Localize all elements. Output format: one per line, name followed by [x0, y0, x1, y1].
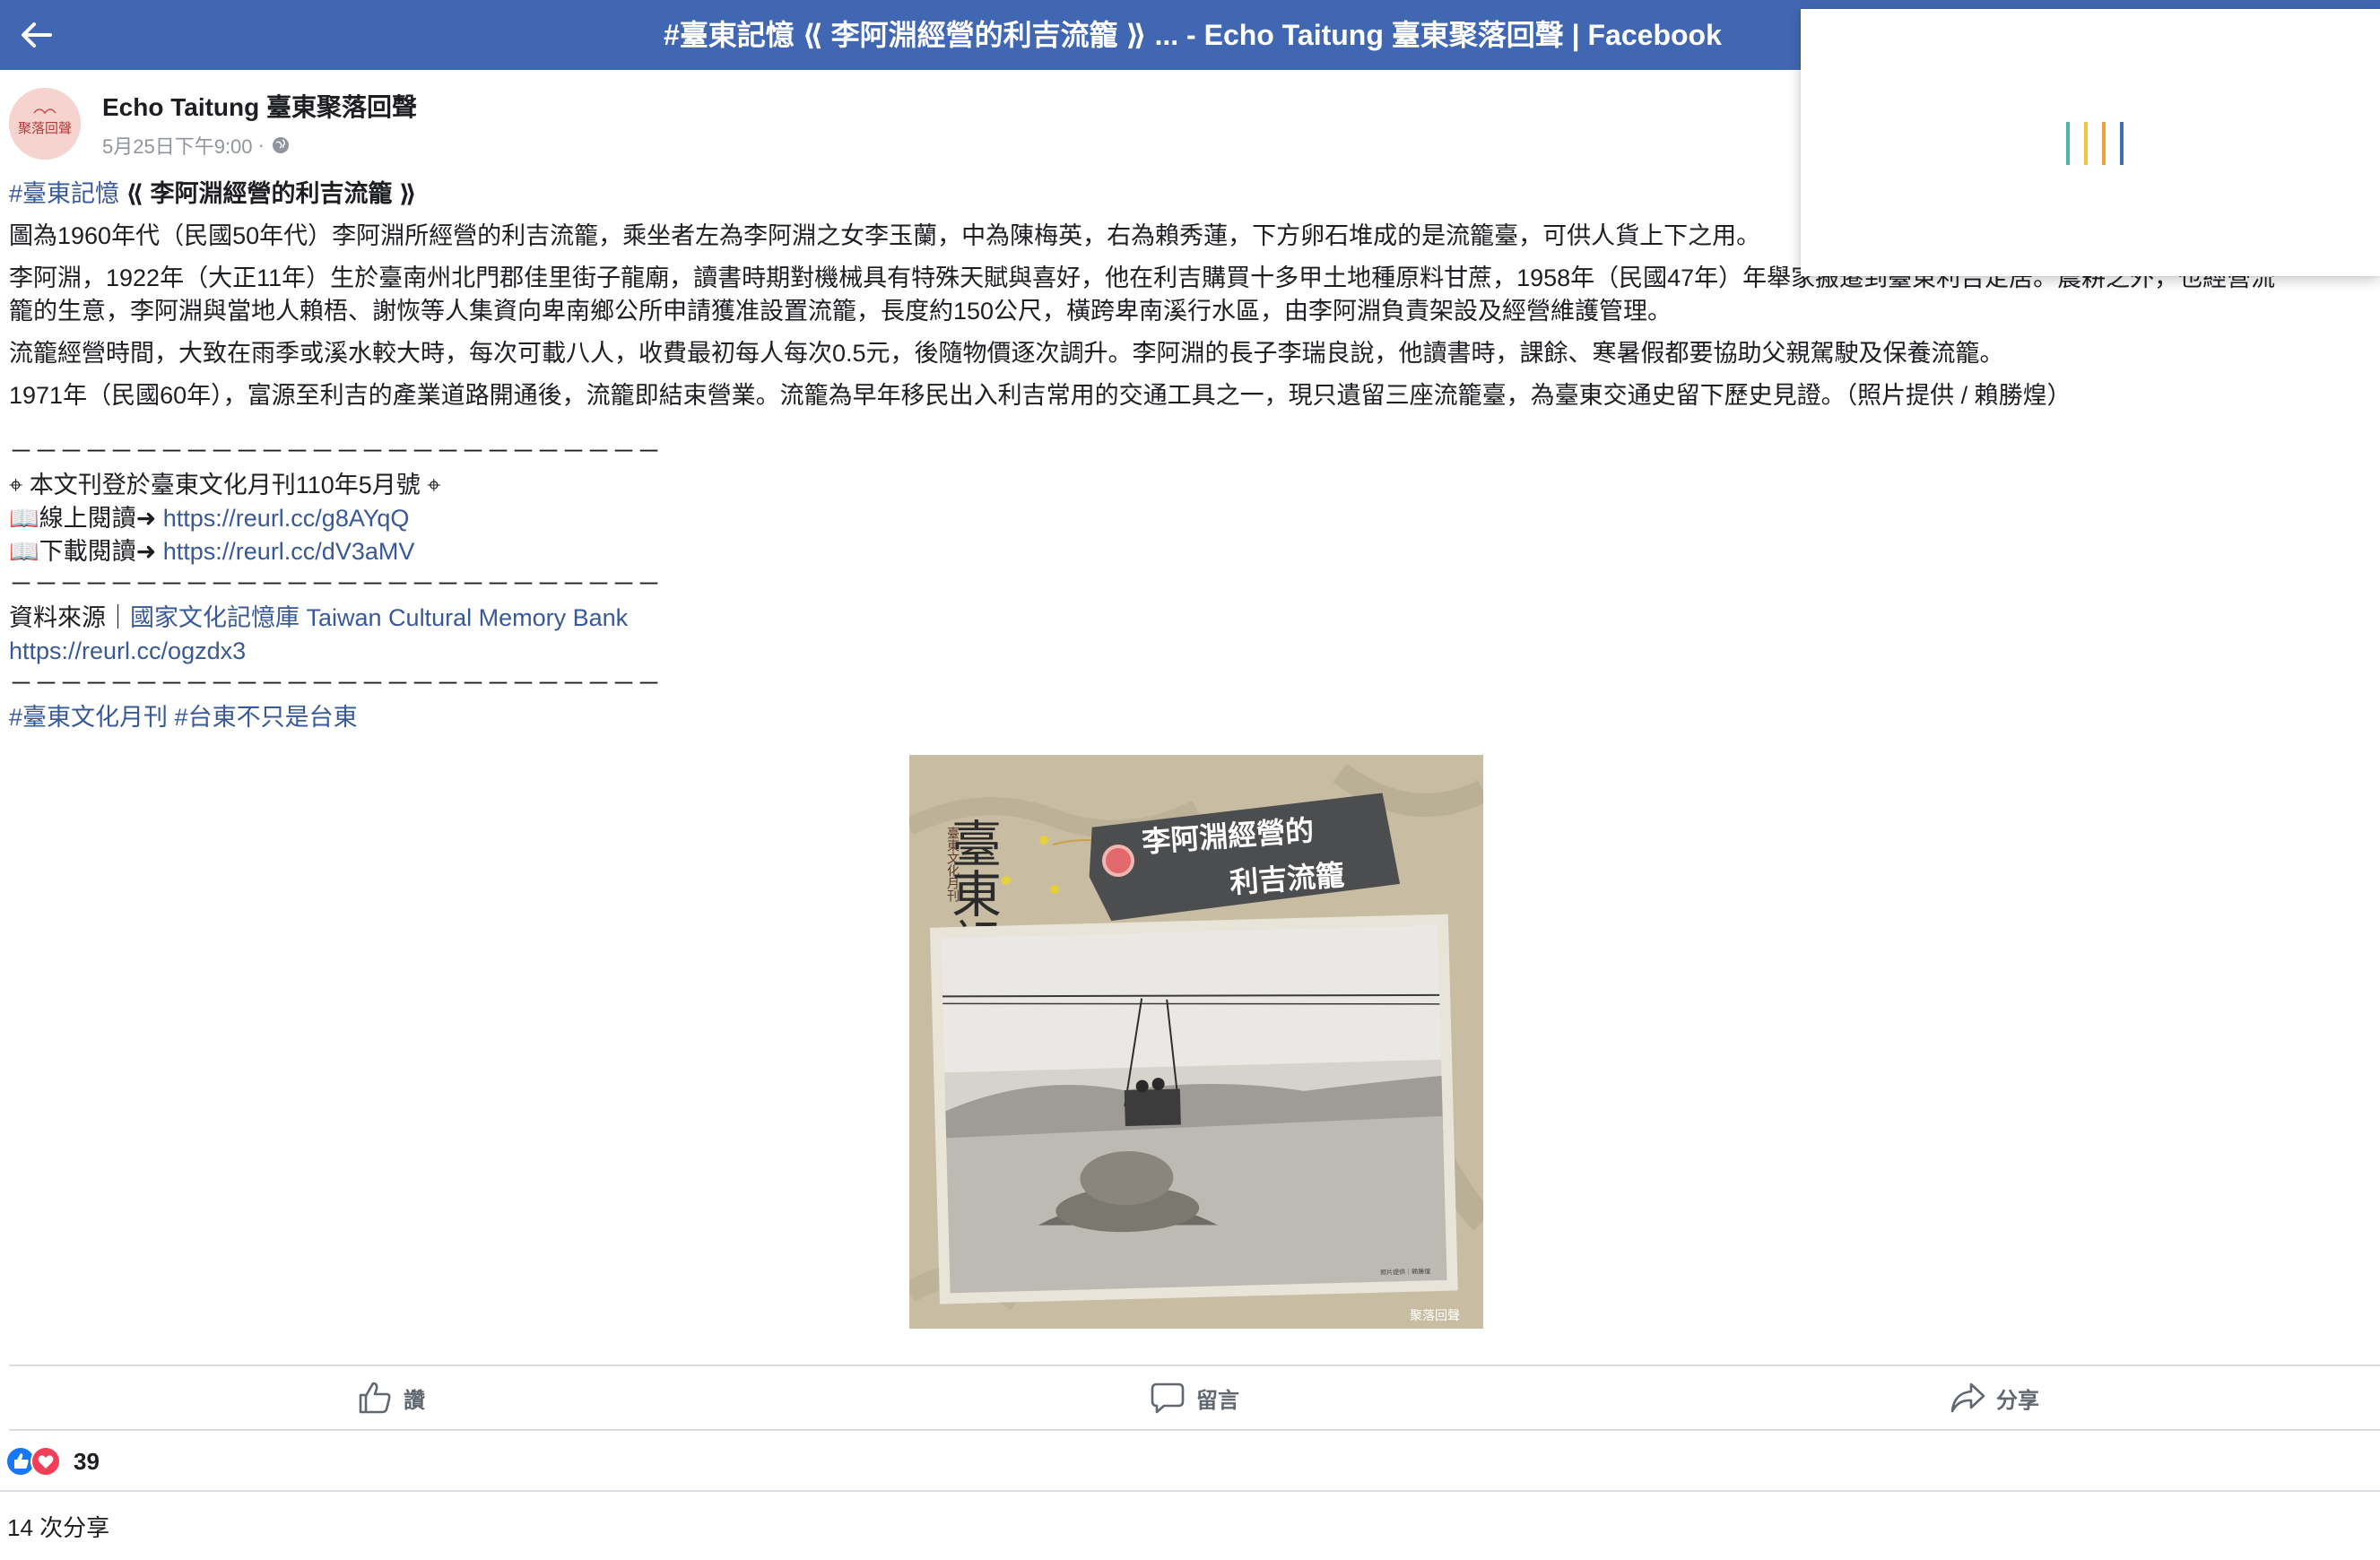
hashtag-line: #臺東文化月刊 #台東不只是台東 [9, 701, 2376, 734]
comment-label: 留言 [1196, 1388, 1239, 1413]
share-label: 分享 [1996, 1388, 2039, 1413]
window-title: #臺東記憶 ⟪ 李阿淵經營的利吉流籠 ⟫ ... - Echo Taitung … [664, 19, 1722, 51]
back-button[interactable] [9, 9, 63, 61]
love-reaction-icon [30, 1446, 61, 1477]
post-action-bar: 讚 留言 分享 [9, 1365, 2380, 1431]
photo-credit: 照片提供｜賴勝煌 [1380, 1267, 1430, 1276]
source-link[interactable]: 國家文化記憶庫 Taiwan Cultural Memory Bank [130, 604, 628, 631]
paragraph-3: 流籠經營時間，大致在雨季或溪水較大時，每次可載八人，收費最初每人每次0.5元，後… [9, 340, 2004, 367]
download-link[interactable]: https://reurl.cc/dV3aMV [163, 538, 415, 565]
post-meta: 5月25日下午9:00 · [102, 131, 417, 160]
source-url-link[interactable]: https://reurl.cc/ogzdx3 [9, 635, 2376, 668]
paragraph-2b: 籠的生意，李阿淵與當地人賴梧、謝恢等人集資向卑南鄉公所申請獲准設置流籠，長度約1… [9, 298, 1672, 325]
like-button[interactable]: 讚 [357, 1366, 425, 1429]
divider-rule: －－－－－－－－－－－－－－－－－－－－－－－－－－ [9, 438, 662, 465]
post-header: 聚落回聲 Echo Taitung 臺東聚落回聲 5月25日下午9:00 · [9, 88, 637, 160]
hashtag-link[interactable]: #台東不只是台東 [175, 704, 358, 731]
page-avatar[interactable]: 聚落回聲 [9, 88, 81, 160]
like-label: 讚 [404, 1388, 425, 1413]
read-online-label: 📖線上閱讀➜ [9, 505, 163, 532]
read-online-link[interactable]: https://reurl.cc/g8AYqQ [163, 505, 410, 532]
loading-spinner-icon [2066, 122, 2124, 165]
download-line: 📖下載閱讀➜ https://reurl.cc/dV3aMV [9, 535, 2376, 568]
hashtag-link[interactable]: #臺東記憶 [9, 180, 119, 207]
share-arrow-icon [1950, 1382, 1985, 1413]
share-count[interactable]: 14 次分享 [7, 1510, 109, 1543]
divider-rule: －－－－－－－－－－－－－－－－－－－－－－－－－－ [9, 671, 662, 698]
comment-button[interactable]: 留言 [1150, 1366, 1239, 1429]
page-name-link[interactable]: Echo Taitung 臺東聚落回聲 [102, 88, 417, 124]
loading-overlay [1801, 9, 2380, 276]
read-online-line: 📖線上閱讀➜ https://reurl.cc/g8AYqQ [9, 502, 2376, 535]
divider-rule: －－－－－－－－－－－－－－－－－－－－－－－－－－ [9, 571, 662, 598]
publication-line: ⌖ 本文刊登於臺東文化月刊110年5月號 ⌖ [9, 472, 441, 498]
thumbs-up-icon [359, 1382, 391, 1414]
avatar-logo: 聚落回聲 [9, 88, 81, 160]
reactions-summary[interactable]: 39 [5, 1442, 100, 1481]
share-button[interactable]: 分享 [1950, 1366, 2039, 1429]
back-arrow-icon [22, 22, 52, 48]
post-timestamp[interactable]: 5月25日下午9:00 [102, 131, 253, 160]
download-label: 📖下載閱讀➜ [9, 538, 163, 565]
source-label: 資料來源｜ [9, 604, 130, 631]
post-image-art: 臺東文化月刊 臺東記憶 李阿淵經營的 利吉流籠 照片提供｜賴勝煌 聚落回聲 [909, 755, 1483, 1329]
paragraph-4: 1971年（民國60年），富源至利吉的產業道路開通後，流籠即結束營業。流籠為早年… [9, 382, 2072, 409]
globe-icon [272, 137, 289, 153]
hashtag-link[interactable]: #臺東文化月刊 [9, 704, 168, 731]
divider [0, 1490, 2380, 1492]
source-line: 資料來源｜國家文化記憶庫 Taiwan Cultural Memory Bank [9, 602, 2376, 635]
post-title: ⟪ 李阿淵經營的利吉流籠 ⟫ [119, 180, 417, 207]
svg-text:聚落回聲: 聚落回聲 [18, 120, 72, 136]
image-logo: 聚落回聲 [1410, 1308, 1460, 1323]
comment-bubble-icon [1151, 1382, 1185, 1414]
reaction-count: 39 [74, 1447, 100, 1475]
post-image[interactable]: 臺東文化月刊 臺東記憶 李阿淵經營的 利吉流籠 照片提供｜賴勝煌 聚落回聲 [909, 755, 1483, 1329]
